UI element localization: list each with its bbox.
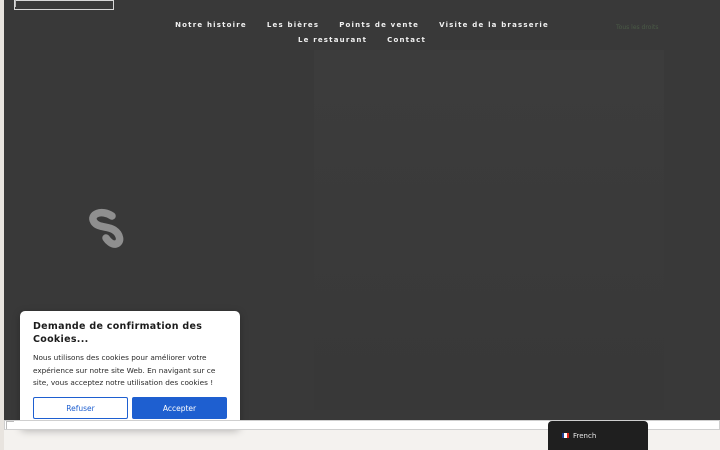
hero-background-texture [314,50,664,410]
nav-link-les-bieres[interactable]: Les bières [267,21,319,29]
language-label: French [573,431,597,440]
loading-spinner-icon [89,208,124,248]
nav-link-notre-histoire[interactable]: Notre histoire [175,21,247,29]
nav-link-visite-brasserie[interactable]: Visite de la brasserie [439,21,549,29]
cookie-dialog-title: Demande de confirmation des Cookies... [33,321,203,345]
nav-link-le-restaurant[interactable]: Le restaurant [298,36,367,44]
language-switcher[interactable]: French [548,421,648,450]
nav-row-1: Notre histoire Les bières Points de vent… [4,17,720,32]
main-navigation: Notre histoire Les bières Points de vent… [4,17,720,47]
cookie-dialog-text: Nous utilisons des cookies pour améliore… [33,353,216,388]
nav-link-points-de-vente[interactable]: Points de vente [339,21,419,29]
site-logo-broken-image[interactable] [14,0,114,10]
cookie-button-group: Refuser Accepter [33,397,227,419]
broken-image-icon [15,0,23,7]
accept-cookies-button[interactable]: Accepter [132,397,227,419]
refuse-cookies-button[interactable]: Refuser [33,397,128,419]
faint-header-text: Tous les droits [616,24,659,31]
french-flag-icon [562,433,569,438]
nav-row-2: Le restaurant Contact [4,32,720,47]
broken-image-icon [6,421,14,429]
nav-link-contact[interactable]: Contact [387,36,426,44]
cookie-consent-dialog: Demande de confirmation des Cookies... N… [20,311,240,429]
